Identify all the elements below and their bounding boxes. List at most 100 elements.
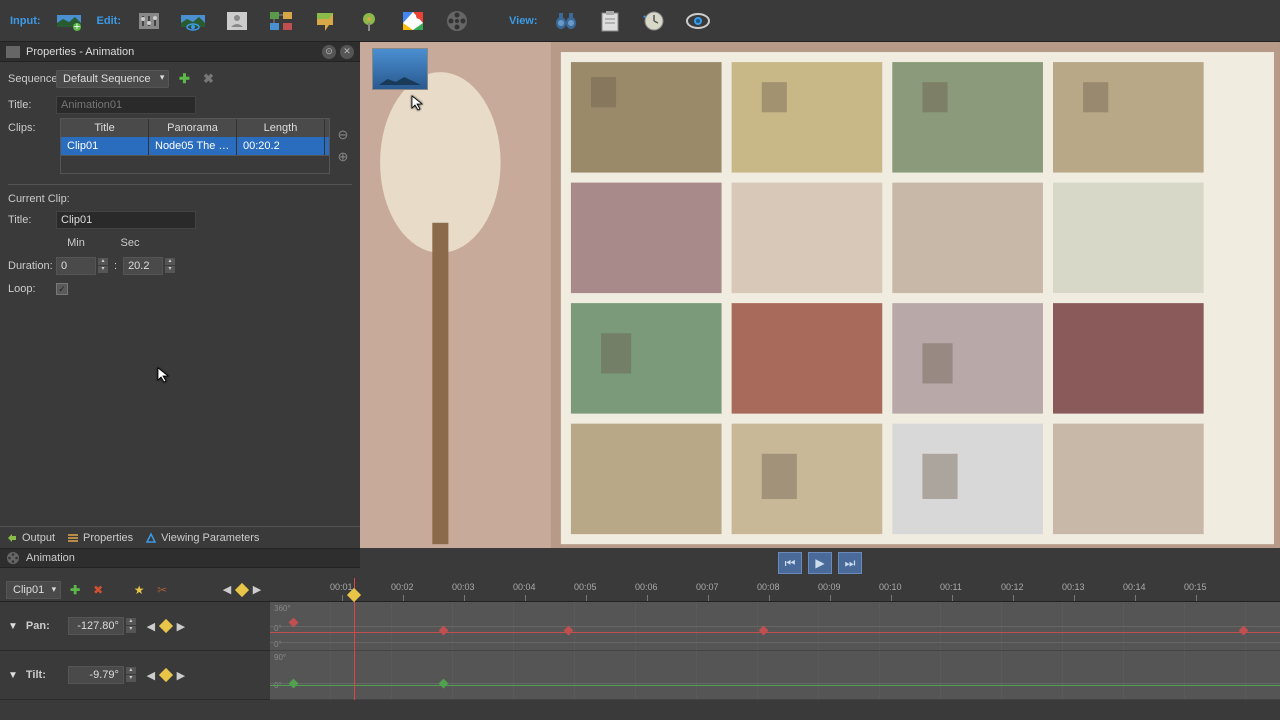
delete-sequence-button[interactable]: ✖ — [199, 70, 217, 88]
tilt-next-key[interactable]: ▶ — [174, 668, 188, 682]
skip-end-button[interactable]: ⏭ — [838, 552, 862, 574]
pan-add-key[interactable] — [159, 619, 173, 633]
tab-properties[interactable]: Properties — [67, 532, 133, 544]
col-length[interactable]: Length — [237, 119, 325, 137]
col-panorama[interactable]: Panorama — [149, 119, 237, 137]
timeline-cut-button[interactable]: ✂ — [153, 581, 171, 599]
binoculars-icon[interactable] — [548, 6, 584, 36]
timeline-add-button[interactable]: ✚ — [66, 581, 84, 599]
pan-prev-key[interactable]: ◀ — [144, 619, 158, 633]
sequence-select[interactable]: Default Sequence — [56, 70, 169, 88]
tilt-lane[interactable]: 90° 0° — [270, 651, 1280, 700]
svg-text:+: + — [73, 21, 79, 33]
pan-lane[interactable]: 360° 0° 0° — [270, 602, 1280, 651]
remove-clip-button[interactable]: ⊖ — [334, 126, 352, 144]
ruler-mark: 00:04 — [513, 582, 536, 592]
pan-track-header: ▼ Pan: ▴▾ ◀ ▶ — [0, 602, 270, 651]
clipboard-icon[interactable] — [592, 6, 628, 36]
cursor-icon — [156, 366, 174, 384]
clip-title-input[interactable] — [56, 211, 196, 229]
timeline-keyframe-nav: ◀ ▶ — [220, 583, 264, 597]
timeline-graph[interactable]: 00:0100:0200:0300:0400:0500:0600:0700:08… — [270, 578, 1280, 700]
sec-column-label: Sec — [110, 237, 150, 249]
duration-min-input[interactable] — [56, 257, 96, 275]
google-maps-icon[interactable] — [395, 6, 431, 36]
ruler-mark: 00:07 — [696, 582, 719, 592]
timeline-toolbar: Clip01 ✚ ✖ ★ ✂ ◀ ▶ — [0, 578, 270, 602]
panorama-thumbnail[interactable] — [372, 48, 428, 90]
panorama-viewport[interactable] — [360, 42, 1280, 548]
empty-row — [61, 155, 329, 173]
add-sequence-button[interactable]: ✚ — [175, 70, 193, 88]
tilt-disclosure-icon[interactable]: ▼ — [8, 670, 18, 681]
loop-checkbox[interactable]: ✓ — [56, 283, 68, 295]
panel-collapse-icon[interactable]: ⊙ — [322, 45, 336, 59]
col-title[interactable]: Title — [61, 119, 149, 137]
add-clip-button[interactable]: ⊕ — [334, 148, 352, 166]
pan-disclosure-icon[interactable]: ▼ — [8, 621, 18, 632]
animation-header-label: Animation — [26, 552, 75, 564]
tilt-value-input[interactable] — [68, 666, 124, 684]
tilt-add-key[interactable] — [159, 668, 173, 682]
playback-controls: ⏮ ▶ ⏭ — [360, 548, 1280, 578]
clip-row[interactable]: Clip01 Node05 The Do... 00:20.2 — [61, 137, 329, 155]
animation-reel-small-icon — [6, 551, 20, 565]
view-section-label: View: — [509, 15, 538, 27]
tilt-label: Tilt: — [26, 669, 68, 681]
skip-start-button[interactable]: ⏮ — [778, 552, 802, 574]
map-pin-icon[interactable] — [307, 6, 343, 36]
anim-title-input[interactable] — [56, 96, 196, 114]
ruler-mark: 00:10 — [879, 582, 902, 592]
user-data-icon[interactable] — [219, 6, 255, 36]
sec-stepper[interactable]: ▴▾ — [165, 258, 175, 274]
ruler-mark: 00:03 — [452, 582, 475, 592]
main-toolbar: Input: + Edit: View: — [0, 0, 1280, 42]
clip-title-cell: Clip01 — [61, 137, 149, 155]
pan-label: Pan: — [26, 620, 68, 632]
preview-panorama-icon[interactable] — [175, 6, 211, 36]
next-key-button[interactable]: ▶ — [250, 583, 264, 597]
tour-nodes-icon[interactable] — [263, 6, 299, 36]
prev-key-button[interactable]: ◀ — [220, 583, 234, 597]
hotspot-icon[interactable] — [351, 6, 387, 36]
play-button[interactable]: ▶ — [808, 552, 832, 574]
anim-title-label: Title: — [8, 99, 56, 111]
panel-icon — [6, 46, 20, 58]
properties-sidebar: Properties - Animation ⊙ ✕ Sequence: Def… — [0, 42, 360, 548]
playhead[interactable] — [354, 578, 355, 700]
animation-reel-icon[interactable] — [439, 6, 475, 36]
current-clip-label: Current Clip: — [8, 193, 352, 205]
panel-close-icon[interactable]: ✕ — [340, 45, 354, 59]
timeline-clip-select[interactable]: Clip01 — [6, 581, 61, 599]
tilt-stepper[interactable]: ▴▾ — [126, 667, 136, 683]
import-panorama-icon[interactable]: + — [51, 6, 87, 36]
visibility-eye-icon[interactable] — [680, 6, 716, 36]
pan-next-key[interactable]: ▶ — [174, 619, 188, 633]
pan-stepper[interactable]: ▴▾ — [126, 618, 136, 634]
timeline-ruler[interactable]: 00:0100:0200:0300:0400:0500:0600:0700:08… — [270, 578, 1280, 602]
history-clock-icon[interactable] — [636, 6, 672, 36]
ruler-mark: 00:05 — [574, 582, 597, 592]
clip-length-cell: 00:20.2 — [237, 137, 325, 155]
viewport-cursor-icon — [410, 94, 428, 112]
pan-value-input[interactable] — [68, 617, 124, 635]
tilt-track-header: ▼ Tilt: ▴▾ ◀ ▶ — [0, 651, 270, 700]
ruler-mark: 00:15 — [1184, 582, 1207, 592]
timeline-delete-button[interactable]: ✖ — [89, 581, 107, 599]
min-stepper[interactable]: ▴▾ — [98, 258, 108, 274]
equalizer-icon[interactable] — [131, 6, 167, 36]
ruler-mark: 00:09 — [818, 582, 841, 592]
timeline-star-button[interactable]: ★ — [130, 581, 148, 599]
sidebar-tabs: Output Properties Viewing Parameters — [0, 526, 360, 548]
ruler-mark: 00:08 — [757, 582, 780, 592]
panel-header: Properties - Animation ⊙ ✕ — [0, 42, 360, 62]
add-key-button[interactable] — [235, 582, 249, 596]
ruler-mark: 00:01 — [330, 582, 353, 592]
loop-label: Loop: — [8, 283, 56, 295]
tab-viewing-parameters[interactable]: Viewing Parameters — [145, 532, 259, 544]
panel-title: Properties - Animation — [26, 46, 318, 58]
ruler-mark: 00:12 — [1001, 582, 1024, 592]
tab-output[interactable]: Output — [6, 532, 55, 544]
duration-sec-input[interactable] — [123, 257, 163, 275]
tilt-prev-key[interactable]: ◀ — [144, 668, 158, 682]
